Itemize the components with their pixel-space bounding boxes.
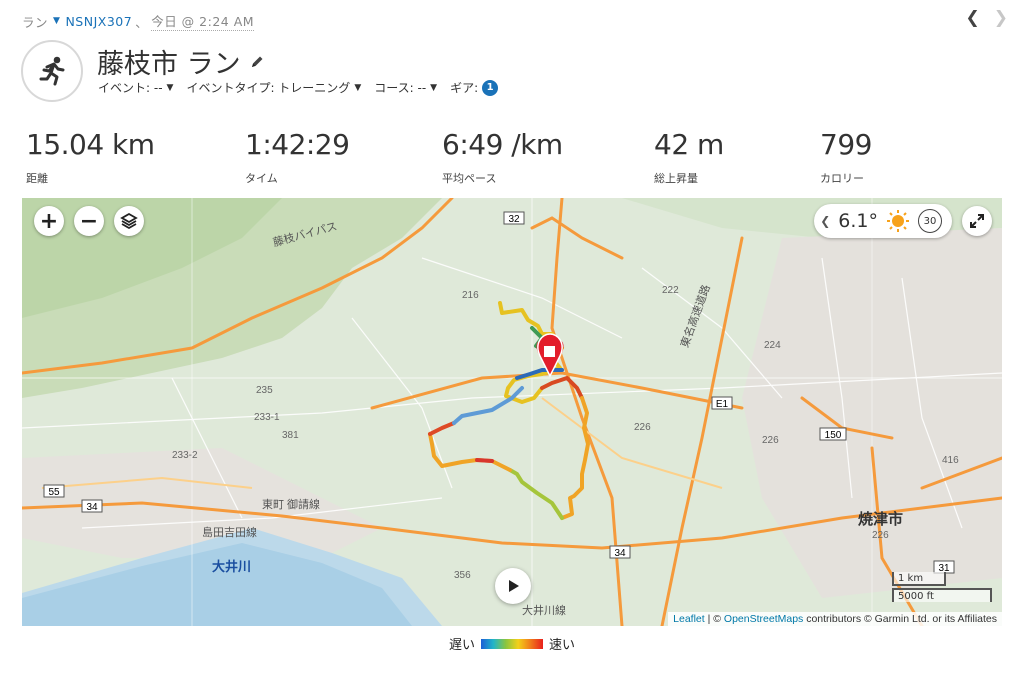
zoom-in-button[interactable]: + xyxy=(34,206,64,236)
breadcrumb-separator: 、 xyxy=(135,14,149,30)
svg-text:235: 235 xyxy=(256,385,273,396)
svg-text:222: 222 xyxy=(662,285,679,296)
stat-label: 距離 xyxy=(26,172,48,185)
activity-map[interactable]: 32 E1 150 34 34 55 31 216 222 224 226 381 35… xyxy=(22,198,1002,626)
activity-title: 藤枝市 ラン xyxy=(97,42,265,81)
svg-text:381: 381 xyxy=(282,430,299,441)
chevron-down-icon[interactable]: ▼ xyxy=(53,16,60,26)
activity-type-label: ラン xyxy=(22,14,49,30)
svg-text:233-1: 233-1 xyxy=(254,412,280,423)
svg-text:224: 224 xyxy=(764,340,781,351)
leaflet-link[interactable]: Leaflet xyxy=(673,613,705,625)
gear-count-badge[interactable]: 1 xyxy=(482,79,499,96)
svg-text:226: 226 xyxy=(762,435,779,446)
stat-avg-pace: 6:49 /km 平均ペース xyxy=(442,128,563,186)
svg-text:216: 216 xyxy=(462,290,479,301)
course-label: コース: -- xyxy=(374,81,427,95)
stat-label: タイム xyxy=(245,172,278,185)
activity-navigation: ❮ ❯ xyxy=(966,8,1009,28)
stat-label: 平均ペース xyxy=(442,172,497,185)
place-label: 東町 御請線 xyxy=(262,499,321,511)
stat-calories: 799 カロリー xyxy=(820,128,872,186)
svg-text:55: 55 xyxy=(48,487,60,498)
svg-text:E1: E1 xyxy=(716,399,729,410)
stat-value: 6:49 /km xyxy=(442,128,563,161)
svg-text:233-2: 233-2 xyxy=(172,450,198,461)
river-label: 大井川 xyxy=(212,560,252,575)
previous-activity-icon[interactable]: ❮ xyxy=(966,8,980,28)
play-icon xyxy=(509,580,519,592)
caret-down-icon: ▼ xyxy=(430,82,438,93)
stat-time: 1:42:29 タイム xyxy=(245,128,350,186)
stat-value: 799 xyxy=(820,128,872,161)
scale-ft: 5000 ft xyxy=(892,588,992,602)
map-attribution: Leaflet | © OpenStreetMaps contributors … xyxy=(668,612,1002,626)
event-dropdown[interactable]: イベント: -- ▼ xyxy=(98,79,173,96)
weather-temperature: 6.1° xyxy=(838,210,878,232)
svg-text:416: 416 xyxy=(942,455,959,466)
map-tiles[interactable]: 32 E1 150 34 34 55 31 216 222224 22638135… xyxy=(22,198,1002,626)
osm-link[interactable]: OpenStreetMaps xyxy=(724,613,803,625)
running-icon xyxy=(39,56,65,86)
fullscreen-button[interactable] xyxy=(962,206,992,236)
gear-selector[interactable]: ギア: 1 xyxy=(450,79,499,96)
activity-type-avatar xyxy=(21,40,83,102)
expand-icon xyxy=(970,214,984,228)
weather-widget[interactable]: ❮ 6.1° 30 xyxy=(814,204,952,238)
stat-value: 15.04 km xyxy=(26,128,155,161)
pace-legend: 遅い 速い xyxy=(0,634,1024,653)
wind-badge: 30 xyxy=(918,209,942,233)
next-activity-icon[interactable]: ❯ xyxy=(994,8,1008,28)
caret-down-icon: ▼ xyxy=(166,82,174,93)
legend-slow-label: 遅い xyxy=(448,638,475,653)
pace-gradient-bar xyxy=(481,638,543,649)
event-label: イベント: -- xyxy=(98,81,163,95)
svg-text:150: 150 xyxy=(825,430,842,441)
stat-value: 42 m xyxy=(654,128,724,161)
event-type-dropdown[interactable]: イベントタイプ: トレーニング ▼ xyxy=(186,79,361,96)
stat-value: 1:42:29 xyxy=(245,128,350,161)
course-dropdown[interactable]: コース: -- ▼ xyxy=(374,79,437,96)
svg-text:32: 32 xyxy=(508,214,520,225)
place-label: 島田吉田線 xyxy=(202,527,257,539)
sun-icon xyxy=(887,210,909,232)
event-type-label: イベントタイプ: トレーニング xyxy=(186,81,351,95)
edit-pencil-icon[interactable] xyxy=(249,54,265,70)
svg-text:226: 226 xyxy=(872,530,889,541)
stat-label: カロリー xyxy=(820,172,864,185)
summary-stats: 15.04 km 距離 1:42:29 タイム 6:49 /km 平均ペース 4… xyxy=(0,128,1024,188)
gear-label: ギア: xyxy=(450,81,479,95)
stat-label: 総上昇量 xyxy=(654,172,698,185)
device-link[interactable]: NSNJX307 xyxy=(65,14,132,29)
stat-elevation-gain: 42 m 総上昇量 xyxy=(654,128,724,186)
stat-distance: 15.04 km 距離 xyxy=(26,128,155,186)
place-label: 大井川線 xyxy=(522,605,566,617)
activity-date: 今日 @ 2:24 AM xyxy=(151,11,255,31)
svg-text:226: 226 xyxy=(634,422,651,433)
legend-fast-label: 速い xyxy=(549,638,576,653)
scale-km: 1 km xyxy=(892,572,946,586)
layers-button[interactable] xyxy=(114,206,144,236)
breadcrumb: ラン ▼ NSNJX307 、 今日 @ 2:24 AM xyxy=(22,11,255,31)
play-animation-button[interactable] xyxy=(495,568,531,604)
svg-text:34: 34 xyxy=(86,502,98,513)
attribution-text: contributors © Garmin Ltd. or its Affili… xyxy=(803,613,997,625)
caret-down-icon: ▼ xyxy=(354,82,362,93)
map-scale: 1 km 5000 ft xyxy=(892,572,992,602)
svg-text:34: 34 xyxy=(614,548,626,559)
city-label: 焼津市 xyxy=(858,510,904,528)
attribution-separator: | © xyxy=(704,613,724,625)
activity-title-text: 藤枝市 ラン xyxy=(97,49,241,80)
svg-text:356: 356 xyxy=(454,570,471,581)
activity-meta: イベント: -- ▼ イベントタイプ: トレーニング ▼ コース: -- ▼ ギ… xyxy=(98,79,499,96)
zoom-out-button[interactable]: − xyxy=(74,206,104,236)
chevron-left-icon[interactable]: ❮ xyxy=(820,214,830,228)
layers-icon xyxy=(120,212,138,230)
